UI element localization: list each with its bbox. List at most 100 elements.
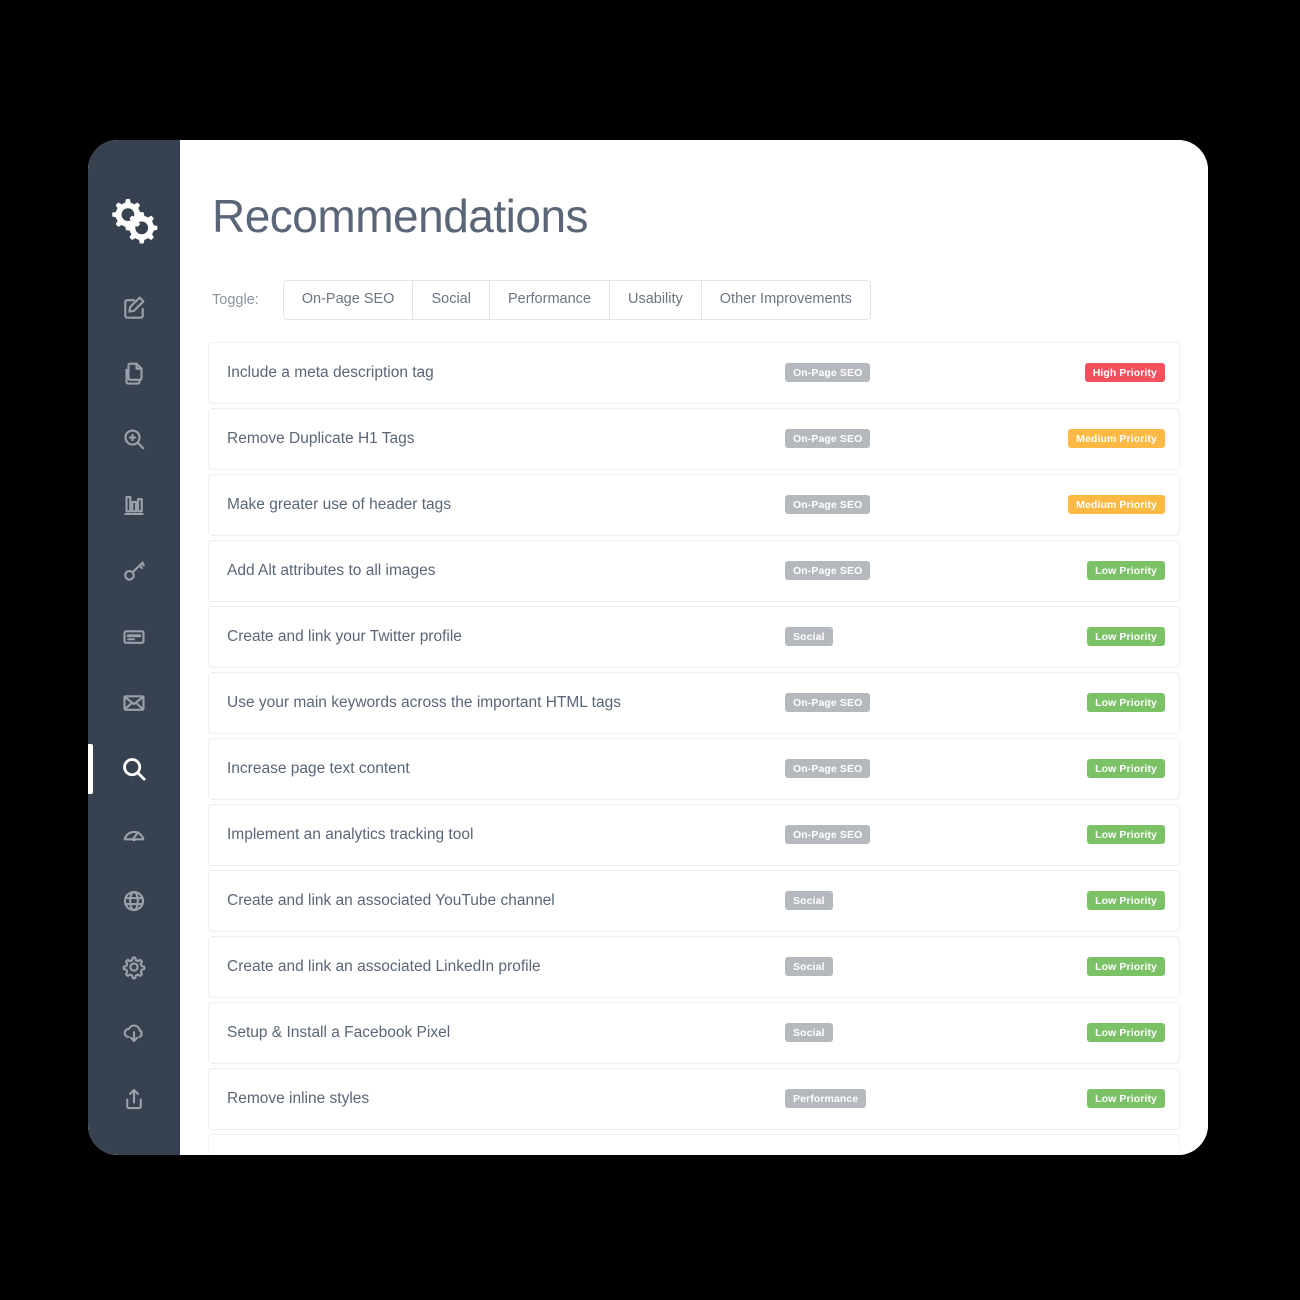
- status-badge: Medium Priority: [1068, 494, 1165, 515]
- category-cell: On-Page SEO: [785, 758, 975, 779]
- priority-cell: Low Priority: [975, 1088, 1165, 1109]
- recommendation-title: Use your main keywords across the import…: [227, 693, 621, 711]
- recommendation-title: Increase page text content: [227, 759, 410, 777]
- table-row[interactable]: Use your main keywords across the import…: [208, 671, 1180, 734]
- upload-icon: [126, 1088, 142, 1110]
- table-row[interactable]: Create and link your Twitter profile Soci…: [208, 605, 1180, 668]
- envelope-icon: [123, 695, 145, 711]
- category-cell: On-Page SEO: [785, 362, 975, 383]
- table-row[interactable]: Implement an analytics tracking tool On-P…: [208, 803, 1180, 866]
- category-cell: On-Page SEO: [785, 692, 975, 713]
- table-row[interactable]: Include a meta description tag On-Page SE…: [208, 341, 1180, 404]
- key-icon: [124, 561, 145, 581]
- gear-icon: [122, 956, 146, 980]
- status-badge: Low Priority: [1087, 824, 1165, 845]
- status-badge: Low Priority: [1087, 1022, 1165, 1043]
- priority-cell: Low Priority: [975, 758, 1165, 779]
- status-badge: Low Priority: [1087, 890, 1165, 911]
- status-badge: Low Priority: [1087, 1088, 1165, 1109]
- recommendation-title: Remove Duplicate H1 Tags: [227, 429, 415, 447]
- category-badge: On-Page SEO: [785, 758, 871, 779]
- recommendation-title: Include a meta description tag: [227, 363, 434, 381]
- table-row[interactable]: Remove inline styles Performance Low Prior…: [208, 1067, 1180, 1130]
- toggle-option-social[interactable]: Social: [412, 280, 489, 320]
- cloud-download-icon: [123, 1024, 143, 1043]
- status-badge: High Priority: [1084, 362, 1165, 383]
- sidebar-item-search[interactable]: [88, 736, 180, 802]
- status-badge: Medium Priority: [1068, 428, 1165, 449]
- sidebar-item-upload[interactable]: [88, 1066, 180, 1132]
- table-row[interactable]: Setup & Install a Facebook Pixel Social Lo…: [208, 1001, 1180, 1064]
- sidebar-item-edit[interactable]: [88, 274, 180, 340]
- sidebar-item-analytics[interactable]: [88, 472, 180, 538]
- toggle-option-usability[interactable]: Usability: [608, 280, 701, 320]
- toggle-option-on-page-seo[interactable]: On-Page SEO: [282, 280, 413, 320]
- table-row-partial[interactable]: [208, 1133, 1180, 1155]
- status-badge: Low Priority: [1087, 692, 1165, 713]
- sidebar-item-mail[interactable]: [88, 670, 180, 736]
- card-icon: [123, 630, 145, 644]
- sidebar-item-inspect[interactable]: [88, 406, 180, 472]
- table-row[interactable]: Create and link an associated LinkedIn p…: [208, 935, 1180, 998]
- toggle-label: Toggle:: [212, 291, 259, 308]
- sidebar-item-site[interactable]: [88, 868, 180, 934]
- priority-cell: Medium Priority: [975, 494, 1165, 515]
- category-cell: Social: [785, 1022, 975, 1043]
- priority-cell: Low Priority: [975, 956, 1165, 977]
- category-cell: Social: [785, 890, 975, 911]
- table-row[interactable]: Increase page text content On-Page SEO Low…: [208, 737, 1180, 800]
- sidebar-item-speed[interactable]: [88, 802, 180, 868]
- priority-cell: High Priority: [975, 362, 1165, 383]
- search-icon: [123, 758, 146, 781]
- category-badge: Social: [785, 890, 833, 911]
- category-cell: Social: [785, 956, 975, 977]
- toggle-option-other-improvements[interactable]: Other Improvements: [700, 280, 871, 320]
- priority-cell: Low Priority: [975, 692, 1165, 713]
- category-badge: On-Page SEO: [785, 428, 871, 449]
- speedometer-icon: [123, 830, 145, 842]
- priority-cell: Low Priority: [975, 626, 1165, 647]
- recommendation-title: Setup & Install a Facebook Pixel: [227, 1023, 451, 1041]
- priority-cell: Low Priority: [975, 1022, 1165, 1043]
- status-badge: Low Priority: [1087, 956, 1165, 977]
- sidebar-item-billing[interactable]: [88, 604, 180, 670]
- table-row[interactable]: Remove Duplicate H1 Tags On-Page SEO Mediu…: [208, 407, 1180, 470]
- recommendations-list: Include a meta description tag On-Page SE…: [208, 341, 1180, 1130]
- priority-cell: Low Priority: [975, 560, 1165, 581]
- toggle-option-performance[interactable]: Performance: [488, 280, 609, 320]
- category-badge: On-Page SEO: [785, 824, 871, 845]
- recommendation-title: Remove inline styles: [227, 1089, 370, 1107]
- gears-logo[interactable]: [103, 190, 165, 252]
- page-title: Recommendations: [212, 190, 589, 242]
- category-badge: On-Page SEO: [785, 560, 871, 581]
- main-content: Recommendations Toggle: On-Page SEO Socia…: [180, 140, 1208, 1155]
- recommendation-title: Make greater use of header tags: [227, 495, 452, 513]
- toggle-bar: Toggle: On-Page SEO Social Performance Usab…: [208, 280, 1180, 320]
- recommendation-title: Implement an analytics tracking tool: [227, 825, 474, 843]
- table-row[interactable]: Create and link an associated YouTube ch…: [208, 869, 1180, 932]
- table-row[interactable]: Add Alt attributes to all images On-Page …: [208, 539, 1180, 602]
- sidebar-item-pages[interactable]: [88, 340, 180, 406]
- category-cell: On-Page SEO: [785, 824, 975, 845]
- app-window: Recommendations Toggle: On-Page SEO Socia…: [88, 140, 1208, 1155]
- sidebar-item-keywords[interactable]: [88, 538, 180, 604]
- sidebar-item-settings[interactable]: [88, 934, 180, 1000]
- edit-square-icon: [124, 296, 145, 319]
- category-cell: On-Page SEO: [785, 494, 975, 515]
- category-badge: Social: [785, 1022, 833, 1043]
- category-badge: Social: [785, 626, 833, 647]
- recommendation-title: Create and link an associated YouTube ch…: [227, 891, 555, 909]
- status-badge: Low Priority: [1087, 560, 1165, 581]
- priority-cell: Medium Priority: [975, 428, 1165, 449]
- bar-chart-icon: [124, 495, 144, 515]
- category-badge: On-Page SEO: [785, 494, 871, 515]
- toggle-group: On-Page SEO Social Performance Usability Oth…: [282, 280, 871, 320]
- category-cell: On-Page SEO: [785, 428, 975, 449]
- category-cell: On-Page SEO: [785, 560, 975, 581]
- zoom-in-icon: [124, 429, 145, 450]
- category-badge: On-Page SEO: [785, 692, 871, 713]
- sidebar: [88, 140, 180, 1155]
- table-row[interactable]: Make greater use of header tags On-Page S…: [208, 473, 1180, 536]
- sidebar-item-download[interactable]: [88, 1000, 180, 1066]
- category-badge: On-Page SEO: [785, 362, 871, 383]
